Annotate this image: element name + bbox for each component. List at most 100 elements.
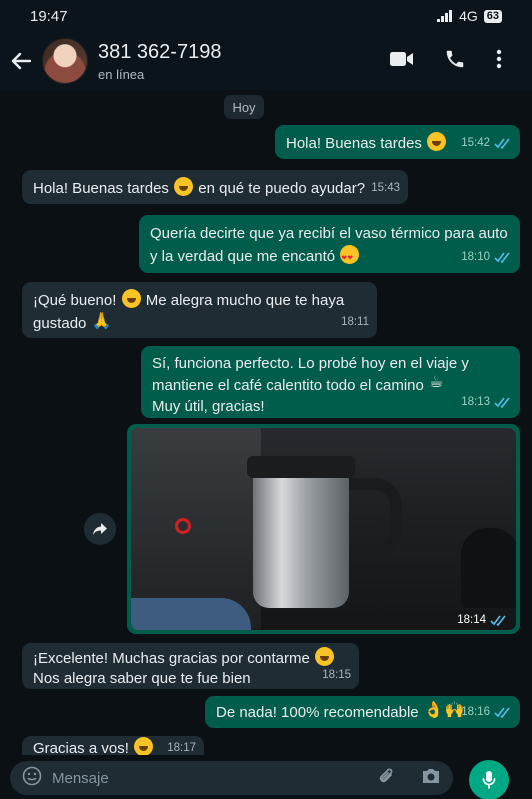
emoji-button[interactable] <box>22 766 42 791</box>
message-time: 18:10 <box>461 251 490 263</box>
photo-mug-lid <box>247 456 355 478</box>
message-time: 18:11 <box>341 316 369 328</box>
message-line: gustado <box>33 310 367 335</box>
more-vert-icon <box>496 49 502 68</box>
message-incoming[interactable]: ¡Excelente! Muchas gracias por contarme … <box>22 643 359 689</box>
battery-level: 63 <box>483 9 502 23</box>
voice-call-button[interactable] <box>444 48 466 75</box>
menu-button[interactable] <box>496 49 502 74</box>
grin-emoji-icon <box>121 289 141 308</box>
message-text: en qué te puedo ayudar? <box>198 180 366 197</box>
arrow-left-icon <box>11 52 31 70</box>
pray-emoji-icon <box>92 310 112 333</box>
network-label: 4G <box>459 8 478 24</box>
message-text: Me alegra mucho que te haya <box>145 292 345 309</box>
message-line: Nos alegra saber que te fue bien <box>33 670 251 687</box>
read-ticks-icon <box>494 138 510 149</box>
message-incoming[interactable]: ¡Qué bueno! Me alegra mucho que te haya … <box>22 282 377 338</box>
smile-emoji-icon <box>427 132 447 151</box>
header-actions <box>390 48 502 75</box>
smile-emoji-icon <box>134 737 154 756</box>
avatar[interactable] <box>42 38 88 84</box>
message-meta: 18:14 <box>457 614 508 626</box>
message-line: mantiene el café calentito todo el camin… <box>152 372 510 396</box>
contact-info[interactable]: 381 362-7198 en línea <box>98 41 221 82</box>
read-ticks-icon <box>494 252 510 263</box>
photo-jeans <box>131 598 251 630</box>
message-meta: 18:11 <box>341 311 369 334</box>
camera-button[interactable] <box>421 767 441 790</box>
message-time: 18:14 <box>457 614 486 626</box>
message-outgoing[interactable]: Sí, funciona perfecto. Lo probé hoy en e… <box>141 346 520 418</box>
status-bar: 19:47 4G 63 <box>0 0 532 32</box>
contact-status: en línea <box>98 66 145 82</box>
ok-hand-emoji-icon <box>424 699 444 722</box>
back-button[interactable] <box>0 40 42 82</box>
attach-button[interactable] <box>377 766 395 791</box>
attach-icon <box>379 768 393 782</box>
message-meta: 18:10 <box>461 246 512 269</box>
status-indicators: 4G 63 <box>437 8 502 24</box>
heart-eyes-emoji-icon <box>340 245 360 270</box>
photo-gear-shift <box>461 528 516 608</box>
photo-mug-body <box>253 458 349 608</box>
message-meta: 18:15 <box>322 665 351 685</box>
message-text: ¡Qué bueno! <box>33 292 117 309</box>
message-text: Hola! Buenas tardes <box>33 180 169 197</box>
message-incoming[interactable]: Hola! Buenas tardes en qué te puedo ayud… <box>22 170 408 204</box>
message-text: ¡Excelente! Muchas gracias por contarme <box>33 650 310 667</box>
message-line: Quería decirte que ya recibí el vaso tér… <box>150 225 508 242</box>
message-text: Hola! Buenas tardes <box>286 135 422 152</box>
read-ticks-icon <box>494 707 510 718</box>
message-composer[interactable] <box>10 761 453 795</box>
message-meta: 15:43 <box>371 177 400 200</box>
message-text: mantiene el café calentito todo el camin… <box>152 377 424 394</box>
message-text: y la verdad que me encantó <box>150 248 336 265</box>
smile-emoji-icon <box>314 647 334 666</box>
message-meta: 18:13 <box>461 391 512 414</box>
message-outgoing[interactable]: Hola! Buenas tardes 15:42 <box>275 125 520 159</box>
message-line: ¡Excelente! Muchas gracias por contarme <box>33 647 349 669</box>
message-line: Sí, funciona perfecto. Lo probé hoy en e… <box>152 355 469 372</box>
message-line: ¡Qué bueno! Me alegra mucho que te haya <box>33 289 367 312</box>
message-line: y la verdad que me encantó <box>150 245 510 270</box>
message-text: De nada! 100% recomendable <box>216 704 419 721</box>
photo-thermal-mug[interactable]: 18:14 <box>131 428 516 630</box>
date-chip: Hoy <box>224 95 264 119</box>
message-time: 15:42 <box>461 137 490 149</box>
chat-area[interactable]: Hoy Hola! Buenas tardes 15:42 Hola! Buen… <box>0 90 532 762</box>
message-meta: 18:16 <box>461 701 512 724</box>
composer-actions <box>377 766 441 791</box>
video-call-button[interactable] <box>390 51 414 72</box>
message-line: Muy útil, gracias! <box>152 398 265 415</box>
message-time: 18:16 <box>461 706 490 718</box>
mic-button[interactable] <box>469 760 509 799</box>
photo-socket <box>175 518 191 534</box>
read-ticks-icon <box>490 615 506 626</box>
forward-icon <box>93 523 107 535</box>
message-time: 18:13 <box>461 396 490 408</box>
coffee-emoji-icon <box>429 372 448 393</box>
contact-name: 381 362-7198 <box>98 40 222 63</box>
mic-icon <box>482 771 496 789</box>
emoji-icon <box>22 766 42 785</box>
message-outgoing[interactable]: Quería decirte que ya recibí el vaso tér… <box>139 215 520 273</box>
smile-emoji-icon <box>174 177 194 196</box>
message-meta: 15:42 <box>461 132 512 155</box>
message-outgoing[interactable]: De nada! 100% recomendable 18:16 <box>205 696 520 728</box>
status-time: 19:47 <box>30 7 68 25</box>
photo-mug-handle <box>344 478 402 558</box>
phone-icon <box>446 50 464 67</box>
camera-icon <box>423 768 439 783</box>
signal-icon <box>437 10 453 22</box>
message-time: 18:15 <box>322 669 351 681</box>
composer-bar <box>0 755 532 799</box>
video-call-icon <box>390 51 413 66</box>
message-input[interactable] <box>52 769 342 787</box>
message-text: gustado <box>33 315 87 332</box>
forward-button[interactable] <box>84 513 116 545</box>
message-time: 15:43 <box>371 182 400 194</box>
chat-header: 381 362-7198 en línea <box>0 32 532 90</box>
read-ticks-icon <box>494 397 510 408</box>
image-message[interactable]: 18:14 <box>127 424 520 634</box>
